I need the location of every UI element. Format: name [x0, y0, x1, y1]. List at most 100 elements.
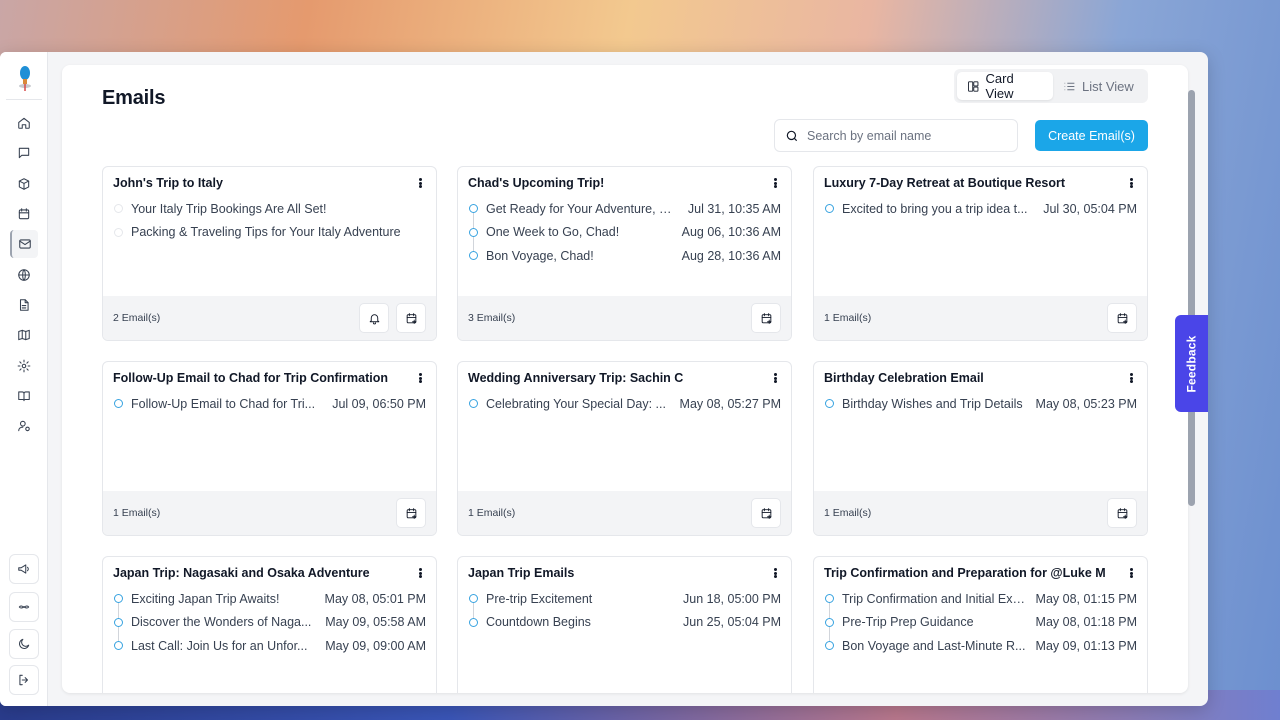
email-item[interactable]: Packing & Traveling Tips for Your Italy … [113, 221, 426, 245]
announcements-button[interactable] [9, 554, 39, 584]
schedule-button[interactable] [396, 498, 426, 528]
email-item[interactable]: Birthday Wishes and Trip Details May 08,… [824, 392, 1137, 416]
email-card[interactable]: Japan Trip: Nagasaki and Osaka Adventure… [102, 556, 437, 693]
email-count: 1 Email(s) [468, 507, 516, 519]
email-item[interactable]: Exciting Japan Trip Awaits! May 08, 05:0… [113, 587, 426, 625]
card-footer: 1 Email(s) [814, 491, 1147, 535]
email-item[interactable]: One Week to Go, Chad! Aug 06, 10:36 AM [468, 221, 781, 259]
card-footer: 2 Email(s) [103, 296, 436, 340]
more-options-icon[interactable] [1127, 176, 1135, 190]
card-footer: 1 Email(s) [458, 491, 791, 535]
email-card[interactable]: Chad's Upcoming Trip! Get Ready for Your… [457, 166, 792, 341]
email-name: Packing & Traveling Tips for Your Italy … [131, 225, 401, 240]
email-card[interactable]: Trip Confirmation and Preparation for @L… [813, 556, 1148, 693]
email-card[interactable]: John's Trip to Italy Your Italy Trip Boo… [102, 166, 437, 341]
more-options-icon[interactable] [771, 371, 779, 385]
email-item[interactable]: Trip Confirmation and Initial Exc... May… [824, 587, 1137, 625]
email-name: One Week to Go, Chad! [486, 225, 620, 240]
email-name: Bon Voyage and Last-Minute R... [842, 638, 1026, 653]
schedule-button[interactable] [751, 303, 781, 333]
integrations-button[interactable] [9, 592, 39, 622]
email-name: Birthday Wishes and Trip Details [842, 396, 1023, 411]
more-options-icon[interactable] [416, 371, 424, 385]
sidebar-item-settings[interactable] [10, 352, 38, 380]
card-view-button[interactable]: Card View [957, 71, 1053, 101]
email-item[interactable]: Countdown Begins Jun 25, 05:04 PM [468, 611, 781, 635]
email-item[interactable]: Pre-Trip Prep Guidance May 08, 01:18 PM [824, 611, 1137, 649]
more-options-icon[interactable] [416, 566, 424, 580]
schedule-button[interactable] [751, 498, 781, 528]
more-options-icon[interactable] [1127, 371, 1135, 385]
create-emails-button[interactable]: Create Email(s) [1035, 120, 1148, 151]
email-name: Celebrating Your Special Day: ... [486, 396, 666, 411]
timeline-dot [469, 227, 478, 237]
sidebar-item-calendar[interactable] [10, 200, 38, 228]
email-item[interactable]: Celebrating Your Special Day: ... May 08… [468, 392, 781, 416]
email-card[interactable]: Japan Trip Emails Pre-trip Excitement Ju… [457, 556, 792, 693]
schedule-button[interactable] [396, 303, 426, 333]
timeline-dot [114, 227, 123, 237]
schedule-button[interactable] [1107, 498, 1137, 528]
package-icon [18, 178, 30, 190]
sidebar-item-chat[interactable] [10, 139, 38, 167]
calendar-plus-icon [406, 312, 416, 324]
more-options-icon[interactable] [771, 176, 779, 190]
sidebar-item-documents[interactable] [10, 291, 38, 319]
calendar-plus-icon [406, 507, 416, 519]
list-view-button[interactable]: List View [1053, 72, 1144, 100]
sidebar-item-packages[interactable] [10, 170, 38, 198]
app-logo [19, 66, 31, 91]
list-icon [1064, 82, 1075, 90]
sidebar-item-map[interactable] [10, 321, 38, 349]
more-options-icon[interactable] [416, 176, 424, 190]
email-name: Get Ready for Your Adventure, C... [486, 201, 679, 216]
more-options-icon[interactable] [1127, 566, 1135, 580]
card-view-label: Card View [985, 71, 1014, 101]
email-count: 3 Email(s) [468, 312, 516, 324]
email-item[interactable]: Your Italy Trip Bookings Are All Set! [113, 197, 426, 221]
card-footer: 1 Email(s) [814, 296, 1147, 340]
email-item[interactable]: Last Call: Join Us for an Unfor... May 0… [113, 634, 426, 658]
email-timeline: Pre-trip Excitement Jun 18, 05:00 PM Cou… [468, 587, 781, 634]
email-card[interactable]: Wedding Anniversary Trip: Sachin C Celeb… [457, 361, 792, 536]
email-item[interactable]: Bon Voyage, Chad! Aug 28, 10:36 AM [468, 244, 781, 268]
timeline-dot [114, 594, 123, 603]
sidebar-item-globe[interactable] [10, 261, 38, 289]
sidebar-item-guides[interactable] [10, 382, 38, 410]
card-title: Chad's Upcoming Trip! [468, 176, 605, 190]
email-date: Jul 30, 05:04 PM [1043, 201, 1137, 216]
layout-grid-icon [968, 80, 979, 92]
email-card[interactable]: Follow-Up Email to Chad for Trip Confirm… [102, 361, 437, 536]
dark-mode-toggle[interactable] [9, 629, 39, 659]
megaphone-icon [18, 564, 29, 574]
timeline-dot [114, 641, 123, 650]
email-item[interactable]: Follow-Up Email to Chad for Tri... Jul 0… [113, 392, 426, 416]
card-title: John's Trip to Italy [113, 176, 223, 190]
email-date: May 09, 01:13 PM [1035, 638, 1137, 653]
sidebar-item-emails[interactable] [10, 230, 38, 258]
sidebar-item-home[interactable] [10, 109, 38, 137]
reminder-button[interactable] [359, 303, 389, 333]
email-item[interactable]: Get Ready for Your Adventure, C... Jul 3… [468, 197, 781, 235]
logout-button[interactable] [9, 665, 39, 695]
feedback-tab[interactable]: Feedback [1175, 315, 1208, 412]
email-item[interactable]: Bon Voyage and Last-Minute R... May 09, … [824, 634, 1137, 658]
email-item[interactable]: Discover the Wonders of Naga... May 09, … [113, 611, 426, 649]
email-card[interactable]: Luxury 7-Day Retreat at Boutique Resort … [813, 166, 1148, 341]
timeline-dot [469, 594, 478, 603]
timeline-dot [825, 399, 834, 408]
email-card[interactable]: Birthday Celebration Email Birthday Wish… [813, 361, 1148, 536]
sidebar-divider [6, 99, 42, 100]
more-options-icon[interactable] [771, 566, 779, 580]
email-item[interactable]: Excited to bring you a trip idea t... Ju… [824, 197, 1137, 221]
email-date: Aug 06, 10:36 AM [681, 225, 781, 240]
email-date: Aug 28, 10:36 AM [681, 248, 781, 263]
search-input[interactable] [807, 128, 1007, 143]
scrollbar-thumb[interactable] [1188, 90, 1195, 506]
chat-icon [18, 147, 30, 159]
email-item[interactable]: Pre-trip Excitement Jun 18, 05:00 PM [468, 587, 781, 625]
card-title: Wedding Anniversary Trip: Sachin C [468, 371, 684, 385]
email-count: 1 Email(s) [824, 507, 872, 519]
schedule-button[interactable] [1107, 303, 1137, 333]
sidebar-item-account[interactable] [10, 412, 38, 440]
